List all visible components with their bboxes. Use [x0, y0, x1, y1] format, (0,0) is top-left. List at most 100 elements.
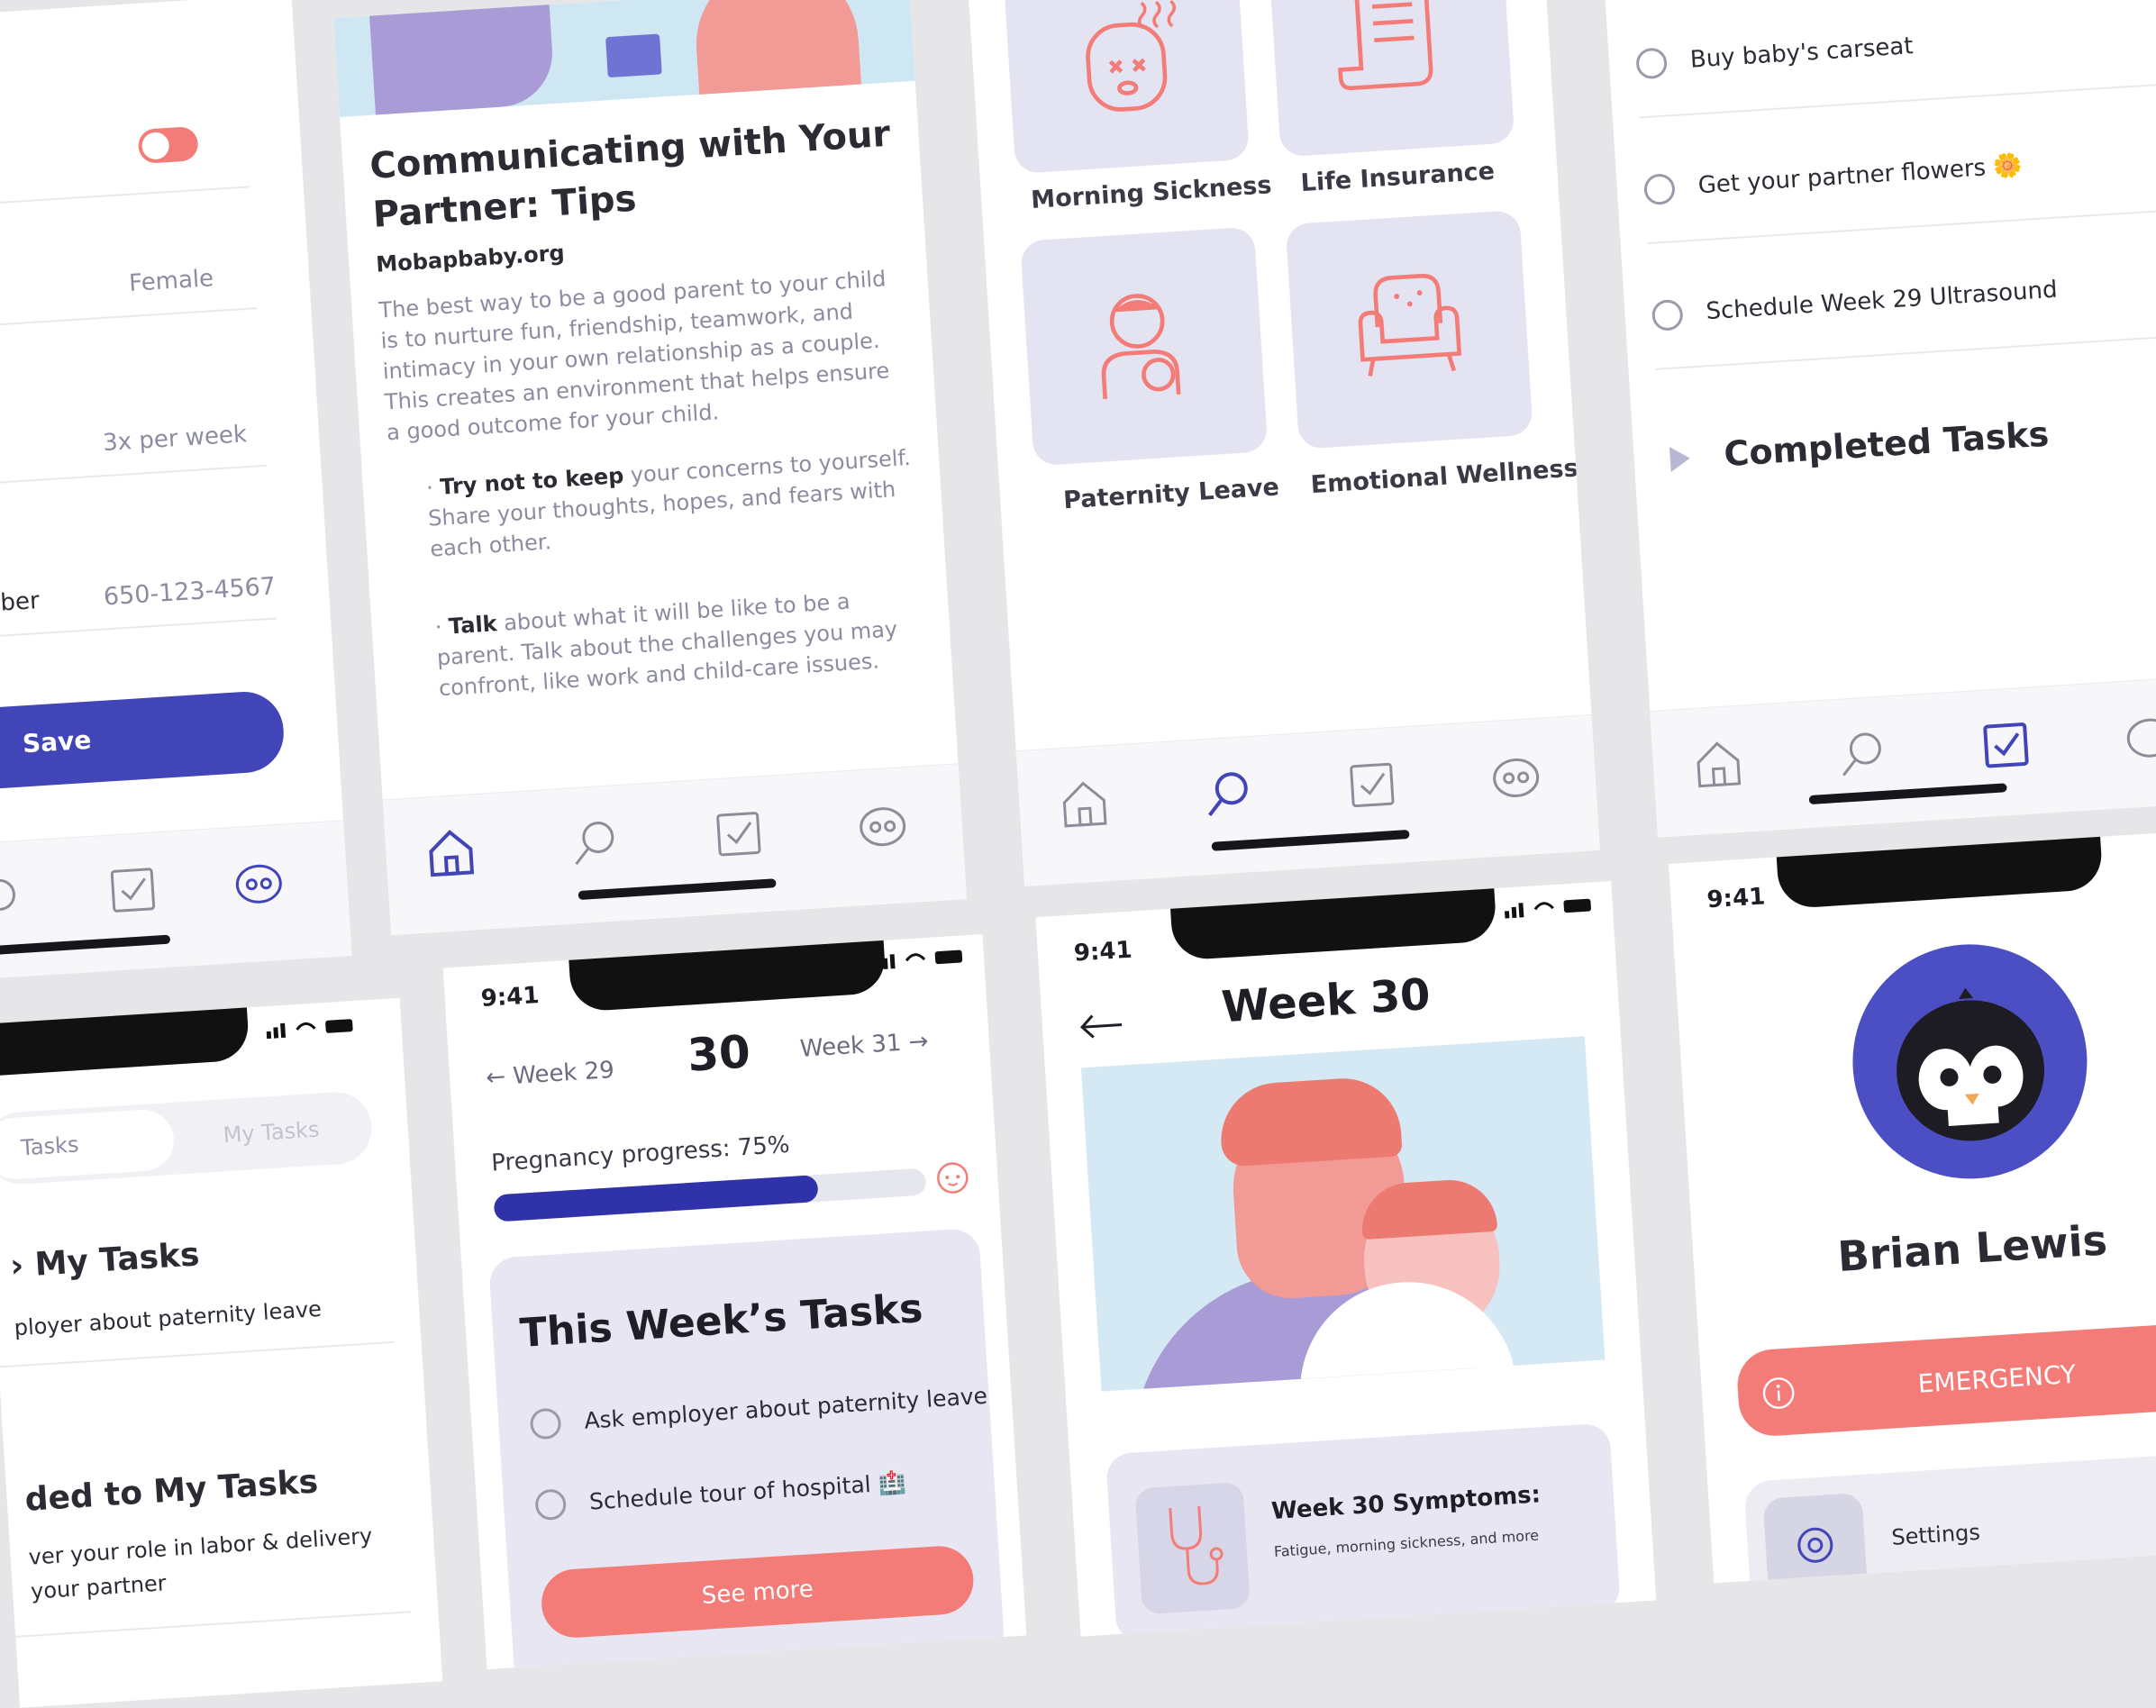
- settings-row[interactable]: Settings: [1743, 1447, 2156, 1584]
- emotional-wellness-tile[interactable]: [1285, 209, 1533, 450]
- search-icon[interactable]: [564, 813, 625, 874]
- status-time: 9:41: [1706, 883, 1767, 914]
- tasks-list-screen: Buy baby's carseat Get your partner flow…: [1602, 0, 2156, 838]
- morning-sickness-label: Morning Sickness: [1030, 171, 1273, 214]
- tasks-icon[interactable]: [1342, 755, 1403, 816]
- task-checkbox[interactable]: [1635, 47, 1669, 80]
- article-source[interactable]: Mobapbaby.org: [376, 241, 566, 277]
- status-time: 9:41: [1073, 936, 1133, 968]
- section-added-title: ded to My Tasks: [23, 1463, 320, 1519]
- search-icon[interactable]: [1197, 764, 1259, 825]
- life-insurance-label: Life Insurance: [1299, 157, 1496, 198]
- task-checkbox[interactable]: [529, 1407, 562, 1440]
- expand-arrow-icon[interactable]: [1669, 445, 1691, 472]
- settings-icon-tile: [1762, 1492, 1869, 1584]
- weekly-tasks-title: This Week’s Tasks: [518, 1285, 924, 1358]
- paternity-leave-label: Paternity Leave: [1062, 473, 1280, 515]
- tab-all-tasks-label: Tasks: [20, 1131, 80, 1161]
- life-insurance-tile[interactable]: [1267, 0, 1515, 158]
- avatar[interactable]: [1845, 937, 2095, 1186]
- frequency-value[interactable]: 3x per week: [102, 421, 248, 457]
- tasks-icon[interactable]: [708, 804, 769, 865]
- section-added-line2: your partner: [30, 1570, 168, 1604]
- phone-label: mber: [0, 586, 41, 619]
- weekly-tasks-card: This Week’s Tasks Ask employer about pat…: [487, 1227, 1005, 1670]
- gender-value[interactable]: Female: [128, 265, 214, 297]
- penguin-avatar-icon: [1897, 987, 2045, 1141]
- section-added-line1[interactable]: ver your role in labor & delivery: [28, 1523, 373, 1570]
- tab-all-tasks[interactable]: Tasks: [0, 1107, 177, 1181]
- home-icon[interactable]: [1688, 732, 1749, 794]
- armchair-icon: [1358, 273, 1462, 377]
- notifications-toggle[interactable]: [137, 125, 199, 165]
- status-time: 9:41: [479, 982, 541, 1013]
- task-item-label: Buy baby's carseat: [1689, 32, 1915, 74]
- settings-label: Settings: [1890, 1519, 1981, 1550]
- task-checkbox[interactable]: [534, 1488, 568, 1522]
- morning-sickness-tile[interactable]: [1001, 0, 1250, 174]
- document-scroll-icon: [1338, 0, 1433, 91]
- phone-notch: [1776, 832, 2104, 910]
- article-hero-image: [333, 0, 915, 117]
- emergency-button[interactable]: EMERGENCY: [1735, 1316, 2156, 1439]
- stethoscope-icon: [1169, 1506, 1224, 1585]
- article-bullet-1: · Try not to keep your concerns to yours…: [425, 444, 912, 562]
- see-more-button[interactable]: See more: [539, 1544, 976, 1640]
- article-screen: Communicating with Your Partner: Tips Mo…: [333, 0, 967, 936]
- status-icons: [876, 949, 963, 970]
- home-icon[interactable]: [421, 822, 482, 883]
- status-icons: [266, 1019, 353, 1040]
- tab-my-tasks[interactable]: My Tasks: [223, 1117, 320, 1149]
- see-more-label: See more: [700, 1576, 814, 1610]
- profile-penguin-icon[interactable]: [2119, 705, 2156, 767]
- tasks-icon[interactable]: [1976, 714, 2037, 776]
- current-week-number: 30: [686, 1025, 752, 1082]
- section-my-tasks-item[interactable]: ployer about paternity leave: [14, 1296, 323, 1340]
- next-week-link[interactable]: Week 31 →: [799, 1028, 929, 1063]
- paternity-leave-tile[interactable]: [1020, 226, 1269, 467]
- home-icon[interactable]: [1054, 773, 1115, 834]
- segmented-control: Tasks My Tasks: [0, 1090, 374, 1186]
- status-icons: [1504, 898, 1591, 919]
- progress-fill: [493, 1175, 819, 1222]
- save-button[interactable]: Save: [0, 689, 287, 791]
- emotional-wellness-label: Emotional Wellness: [1309, 454, 1579, 500]
- progress-label: Pregnancy progress: 75%: [490, 1131, 791, 1177]
- phone-notch: [1169, 885, 1497, 961]
- phone-value[interactable]: 650-123-4567: [103, 572, 277, 611]
- profile-screen: 9:41 Brian Lewis EMERGENCY Settings: [1669, 829, 2156, 1584]
- article-title: Communicating with Your Partner: Tips: [368, 113, 892, 236]
- task-checkbox[interactable]: [1642, 173, 1677, 206]
- settings-screen: Female 3x per week mber 650-123-4567 Sav…: [0, 0, 352, 980]
- article-intro: The best way to be a good parent to your…: [378, 266, 890, 446]
- baby-face-icon: [937, 1162, 969, 1194]
- father-baby-icon: [1101, 294, 1181, 400]
- gear-icon: [1797, 1527, 1833, 1563]
- task-item-label: Schedule Week 29 Ultrasound: [1705, 276, 2059, 326]
- info-icon: [1762, 1377, 1795, 1409]
- resources-screen: Morning Sickness Life Insurance Paternit…: [968, 0, 1600, 886]
- task-item-label: Schedule tour of hospital 🏥: [588, 1468, 907, 1515]
- back-arrow-icon[interactable]: [1078, 1011, 1124, 1040]
- completed-tasks-heading[interactable]: Completed Tasks: [1723, 414, 2050, 475]
- prev-week-link[interactable]: ← Week 29: [485, 1057, 614, 1092]
- profile-penguin-icon[interactable]: [1486, 745, 1547, 806]
- week-detail-screen: 9:41 Week 30 Week 30 Symptoms: Fatigue, …: [1035, 881, 1657, 1637]
- week-title: Week 30: [1220, 968, 1433, 1033]
- symptoms-card[interactable]: Week 30 Symptoms: Fatigue, morning sickn…: [1105, 1422, 1622, 1637]
- task-checkbox[interactable]: [1651, 298, 1684, 332]
- search-icon[interactable]: [1832, 723, 1893, 785]
- save-button-label: Save: [22, 724, 93, 759]
- tasks-icon[interactable]: [103, 859, 164, 921]
- prev-week-label: Week 29: [512, 1056, 615, 1090]
- progress-track: [493, 1167, 927, 1222]
- profile-penguin-icon[interactable]: [852, 795, 914, 856]
- stethoscope-tile: [1134, 1482, 1251, 1615]
- article-bullet-2: · Talk about what it will be like to be …: [433, 588, 898, 702]
- profile-penguin-icon[interactable]: [228, 851, 289, 913]
- task-item-label: Get your partner flowers 🌼: [1697, 151, 2024, 200]
- week-illustration: [1080, 1036, 1606, 1392]
- sick-face-icon: [1086, 0, 1177, 112]
- phone-notch: [0, 1004, 250, 1079]
- search-icon[interactable]: [0, 867, 47, 928]
